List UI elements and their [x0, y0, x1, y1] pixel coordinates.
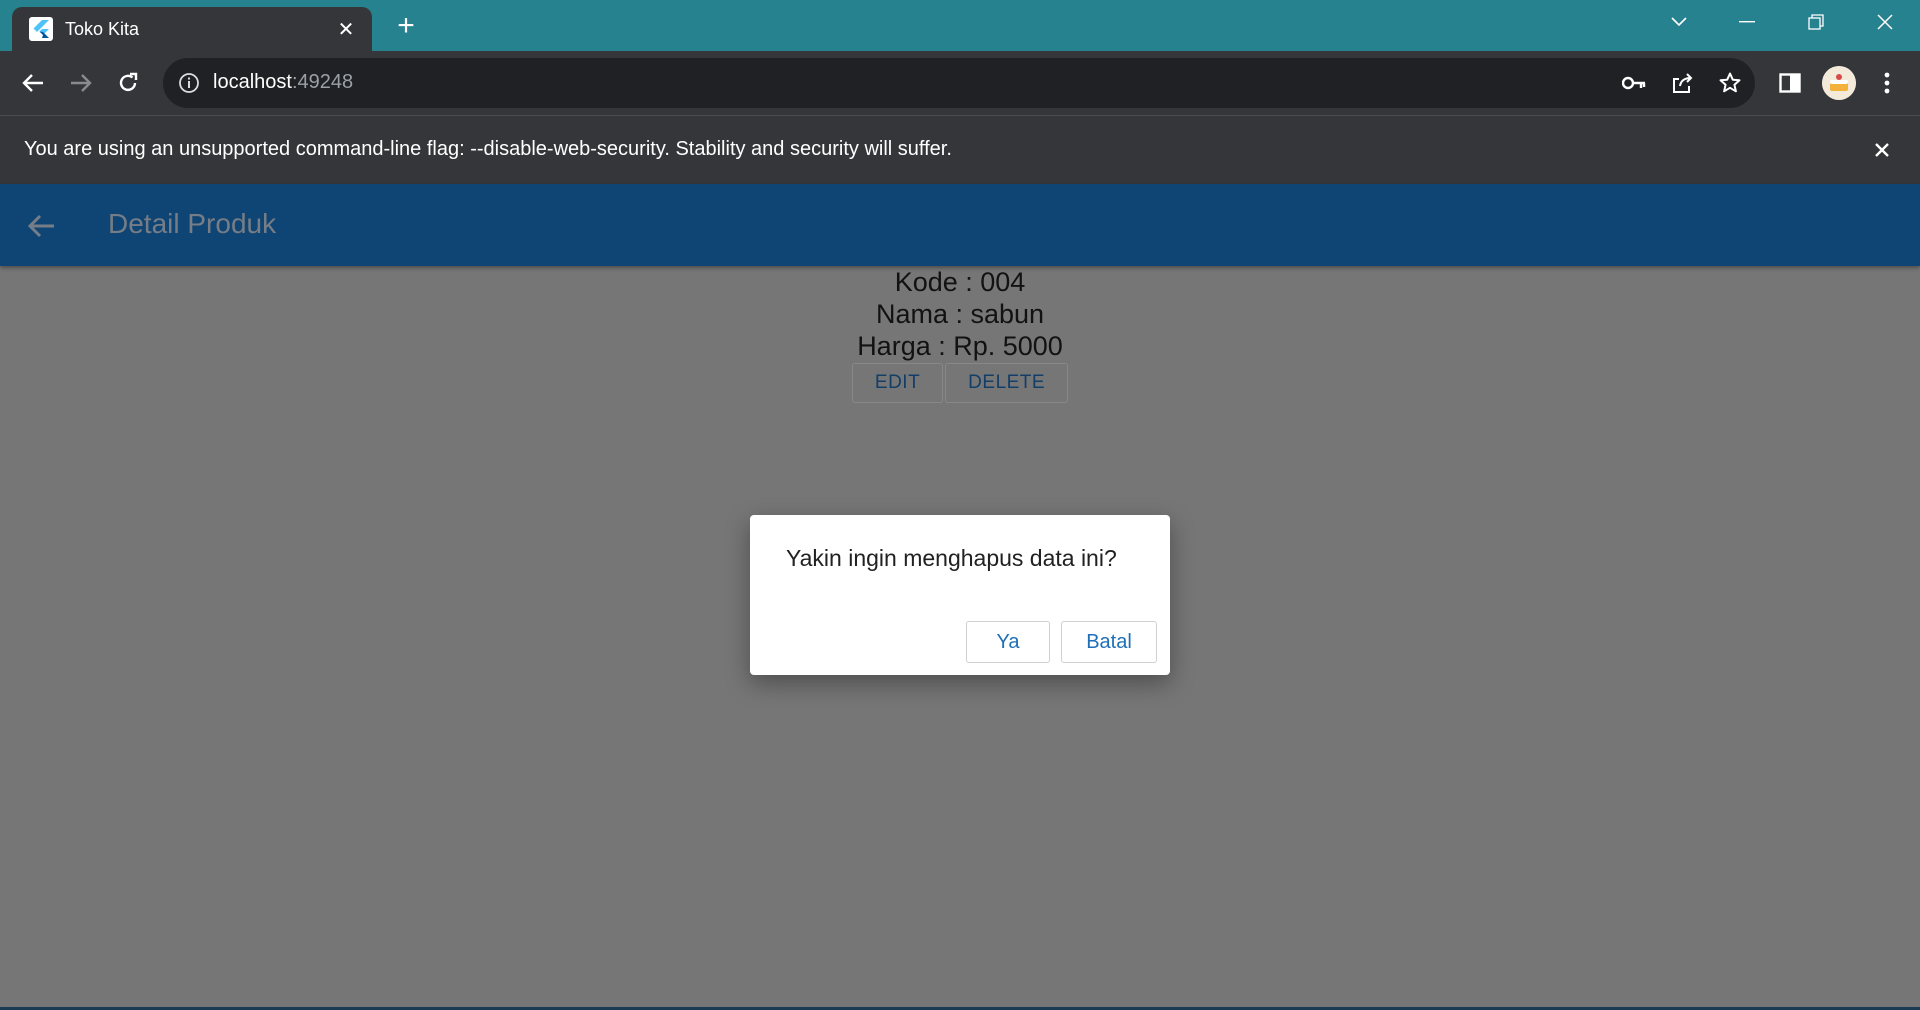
key-icon[interactable] [1621, 70, 1647, 96]
close-icon[interactable]: ✕ [334, 17, 358, 42]
avatar[interactable] [1822, 66, 1856, 100]
browser-tab[interactable]: Toko Kita ✕ [12, 7, 372, 51]
chevron-down-icon[interactable] [1657, 8, 1701, 36]
browser-toolbar: localhost:49248 [0, 51, 1920, 115]
forward-icon[interactable] [64, 66, 98, 100]
star-icon[interactable] [1717, 70, 1743, 96]
flutter-favicon [29, 17, 53, 41]
address-bar[interactable]: localhost:49248 [163, 58, 1755, 108]
share-icon[interactable] [1669, 70, 1695, 96]
url-port: :49248 [291, 71, 354, 93]
plus-icon[interactable]: + [390, 11, 422, 43]
url-text[interactable]: localhost:49248 [213, 71, 353, 94]
tab-title: Toko Kita [65, 18, 140, 39]
sidebar-icon[interactable] [1774, 67, 1806, 99]
cancel-button[interactable]: Batal [1061, 621, 1157, 663]
security-infobar: You are using an unsupported command-lin… [0, 115, 1920, 184]
confirm-button[interactable]: Ya [966, 621, 1050, 663]
back-icon[interactable] [16, 66, 50, 100]
dialog-message: Yakin ingin menghapus data ini? [786, 545, 1117, 571]
minimize-icon[interactable] [1725, 8, 1769, 36]
url-host: localhost [213, 71, 292, 93]
confirm-delete-dialog: Yakin ingin menghapus data ini? Ya Batal [750, 515, 1170, 675]
close-window-icon[interactable] [1863, 8, 1907, 36]
infobar-message: You are using an unsupported command-lin… [24, 138, 952, 160]
reload-icon[interactable] [111, 66, 145, 100]
info-icon[interactable] [177, 71, 201, 95]
restore-icon[interactable] [1794, 8, 1838, 36]
tab-strip: Toko Kita ✕ + [0, 0, 1920, 51]
kebab-menu-icon[interactable] [1871, 67, 1903, 99]
close-icon[interactable] [1868, 136, 1896, 164]
